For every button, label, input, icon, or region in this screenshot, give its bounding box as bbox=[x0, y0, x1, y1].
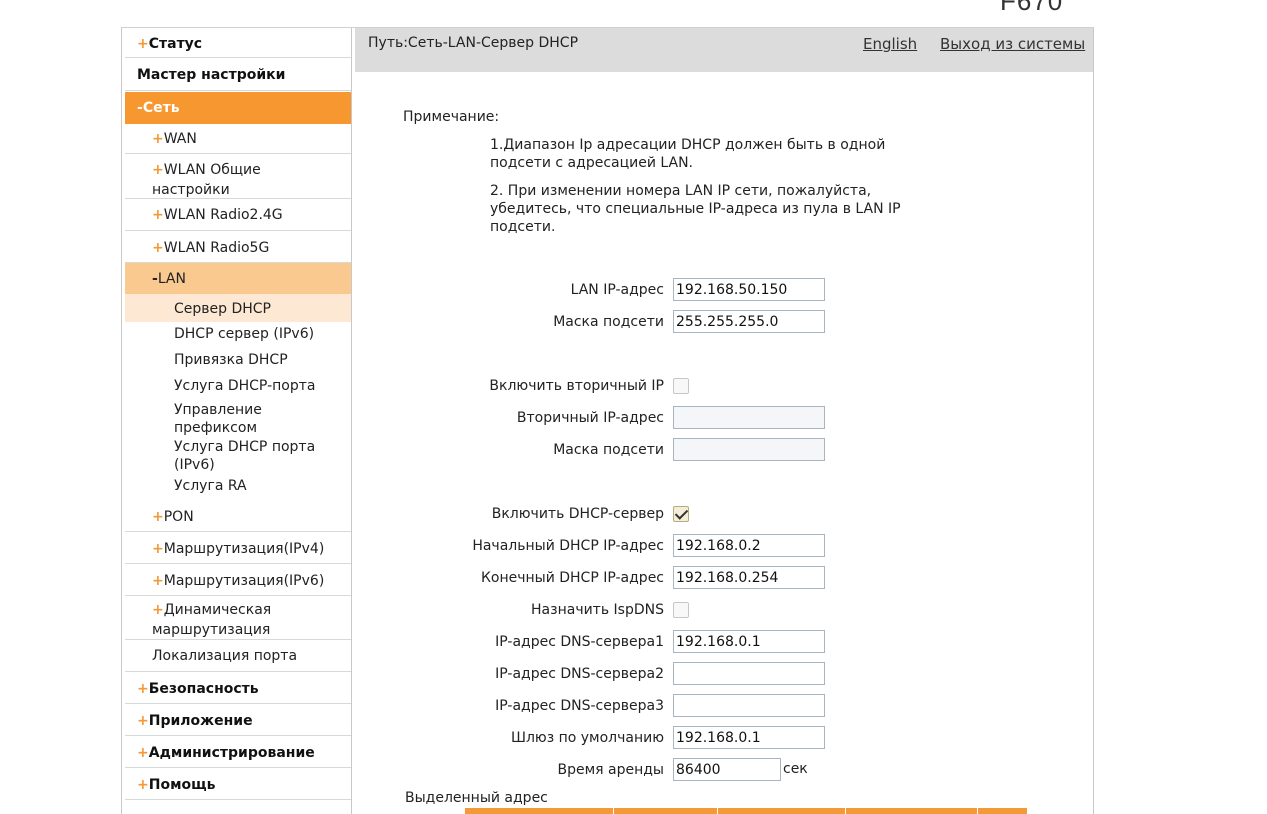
expand-plus-icon: + bbox=[152, 541, 164, 557]
isp-dns-label: Назначить IspDNS bbox=[531, 602, 664, 618]
sidebar-item-wlan-5[interactable]: +WLAN Radio5G bbox=[125, 232, 351, 263]
dns3-input[interactable] bbox=[673, 694, 825, 717]
dns3-label: IP-адрес DNS-сервера3 bbox=[495, 698, 664, 714]
subnet-mask-input[interactable] bbox=[673, 310, 825, 333]
expand-plus-icon: + bbox=[152, 207, 164, 223]
gateway-input[interactable] bbox=[673, 726, 825, 749]
sidebar-item-application[interactable]: +Приложение bbox=[125, 705, 351, 736]
secondary-ip-label: Вторичный IP-адрес bbox=[516, 410, 664, 426]
dns2-input[interactable] bbox=[673, 662, 825, 685]
frame-right-border bbox=[1093, 27, 1094, 814]
lan-ip-input[interactable] bbox=[673, 278, 825, 301]
secondary-ip-input[interactable] bbox=[673, 406, 825, 429]
sidebar-item-port-localization[interactable]: Локализация порта bbox=[125, 641, 351, 672]
sidebar-item-wlan-general[interactable]: +WLAN Общие настройки bbox=[125, 155, 351, 199]
sidebar-item-dhcp-server-ipv6[interactable]: DHCP сервер (IPv6) bbox=[125, 322, 351, 348]
expand-plus-icon: + bbox=[152, 602, 164, 618]
dhcp-end-input[interactable] bbox=[673, 566, 825, 589]
expand-plus-icon: + bbox=[137, 713, 149, 729]
breadcrumb: Путь:Сеть-LAN-Сервер DHCP bbox=[368, 35, 579, 51]
header-bar: Путь:Сеть-LAN-Сервер DHCP English Выход … bbox=[355, 28, 1093, 72]
secondary-ip-enable-label: Включить вторичный IP bbox=[489, 378, 664, 394]
english-link[interactable]: English bbox=[863, 35, 917, 53]
frame-left-border bbox=[121, 27, 122, 814]
sidebar-item-dhcp-server[interactable]: Сервер DHCP bbox=[125, 294, 351, 322]
sidebar-item-dynamic-routing[interactable]: +Динамическая маршрутизация bbox=[125, 597, 351, 640]
table-column-divider bbox=[845, 808, 846, 814]
lease-input[interactable] bbox=[673, 758, 781, 781]
sidebar-divider bbox=[351, 28, 352, 814]
expand-plus-icon: + bbox=[152, 509, 164, 525]
dhcp-end-label: Конечный DHCP IP-адрес bbox=[480, 570, 664, 586]
sidebar-item-pon[interactable]: +PON bbox=[125, 500, 351, 532]
allocated-address-title: Выделенный адрес bbox=[405, 790, 548, 806]
sidebar-item-dhcp-binding[interactable]: Привязка DHCP bbox=[125, 348, 351, 374]
table-column-divider bbox=[717, 808, 718, 814]
expand-plus-icon: + bbox=[137, 777, 149, 793]
sidebar-item-routing-ipv6[interactable]: +Маршрутизация(IPv6) bbox=[125, 565, 351, 596]
lease-unit: сек bbox=[783, 761, 808, 777]
sidebar-item-routing-ipv4[interactable]: +Маршрутизация(IPv4) bbox=[125, 533, 351, 564]
expand-plus-icon: + bbox=[152, 240, 164, 256]
table-column-divider bbox=[613, 808, 614, 814]
logout-link[interactable]: Выход из системы bbox=[940, 35, 1085, 53]
allocated-table-header bbox=[465, 808, 1027, 814]
lease-label: Время аренды bbox=[557, 762, 664, 778]
dhcp-enable-checkbox[interactable] bbox=[673, 506, 689, 522]
expand-plus-icon: + bbox=[152, 131, 164, 147]
dns1-input[interactable] bbox=[673, 630, 825, 653]
secondary-mask-label: Маска подсети bbox=[553, 442, 664, 458]
lan-ip-label: LAN IP-адрес bbox=[570, 282, 664, 298]
sidebar-item-lan[interactable]: -LAN bbox=[125, 263, 351, 294]
sidebar-nav: +Статус Мастер настройки -Сеть +WAN +WLA… bbox=[125, 28, 351, 814]
sidebar-item-administration[interactable]: +Администрирование bbox=[125, 737, 351, 768]
note-title: Примечание: bbox=[403, 109, 500, 125]
device-model: F670 bbox=[1000, 0, 1064, 16]
expand-plus-icon: + bbox=[137, 36, 149, 52]
sidebar-item-dhcp-port-service-ipv6[interactable]: Услуга DHCP порта (IPv6) bbox=[125, 438, 351, 476]
subnet-mask-label: Маска подсети bbox=[553, 314, 664, 330]
sidebar-item-dhcp-port-service[interactable]: Услуга DHCP-порта bbox=[125, 374, 351, 400]
dhcp-start-input[interactable] bbox=[673, 534, 825, 557]
note-item-1: 1.Диапазон Ip адресации DHCP должен быть… bbox=[490, 137, 886, 171]
sidebar-item-status[interactable]: +Статус bbox=[125, 28, 351, 58]
secondary-ip-checkbox[interactable] bbox=[673, 378, 689, 394]
expand-plus-icon: + bbox=[137, 745, 149, 761]
expand-plus-icon: + bbox=[152, 162, 164, 178]
sidebar-item-security[interactable]: +Безопасность bbox=[125, 673, 351, 704]
table-column-divider bbox=[977, 808, 978, 814]
sidebar-item-wan[interactable]: +WAN bbox=[125, 124, 351, 154]
isp-dns-checkbox[interactable] bbox=[673, 602, 689, 618]
sidebar-item-wizard[interactable]: Мастер настройки bbox=[125, 58, 351, 91]
sidebar-item-ra-service[interactable]: Услуга RA bbox=[125, 476, 351, 500]
dhcp-enable-label: Включить DHCP-сервер bbox=[491, 506, 664, 522]
dns2-label: IP-адрес DNS-сервера2 bbox=[495, 666, 664, 682]
gateway-label: Шлюз по умолчанию bbox=[510, 730, 664, 746]
dns1-label: IP-адрес DNS-сервера1 bbox=[495, 634, 664, 650]
secondary-mask-input[interactable] bbox=[673, 438, 825, 461]
sidebar-item-wlan-24[interactable]: +WLAN Radio2.4G bbox=[125, 200, 351, 231]
expand-plus-icon: + bbox=[137, 681, 149, 697]
expand-plus-icon: + bbox=[152, 573, 164, 589]
note-item-2: 2. При изменении номера LAN IP сети, пож… bbox=[490, 183, 901, 235]
dhcp-start-label: Начальный DHCP IP-адрес bbox=[472, 538, 664, 554]
sidebar-item-help[interactable]: +Помощь bbox=[125, 769, 351, 800]
sidebar-item-network[interactable]: -Сеть bbox=[125, 92, 351, 124]
sidebar-item-prefix-mgmt[interactable]: Управление префиксом bbox=[125, 400, 351, 438]
